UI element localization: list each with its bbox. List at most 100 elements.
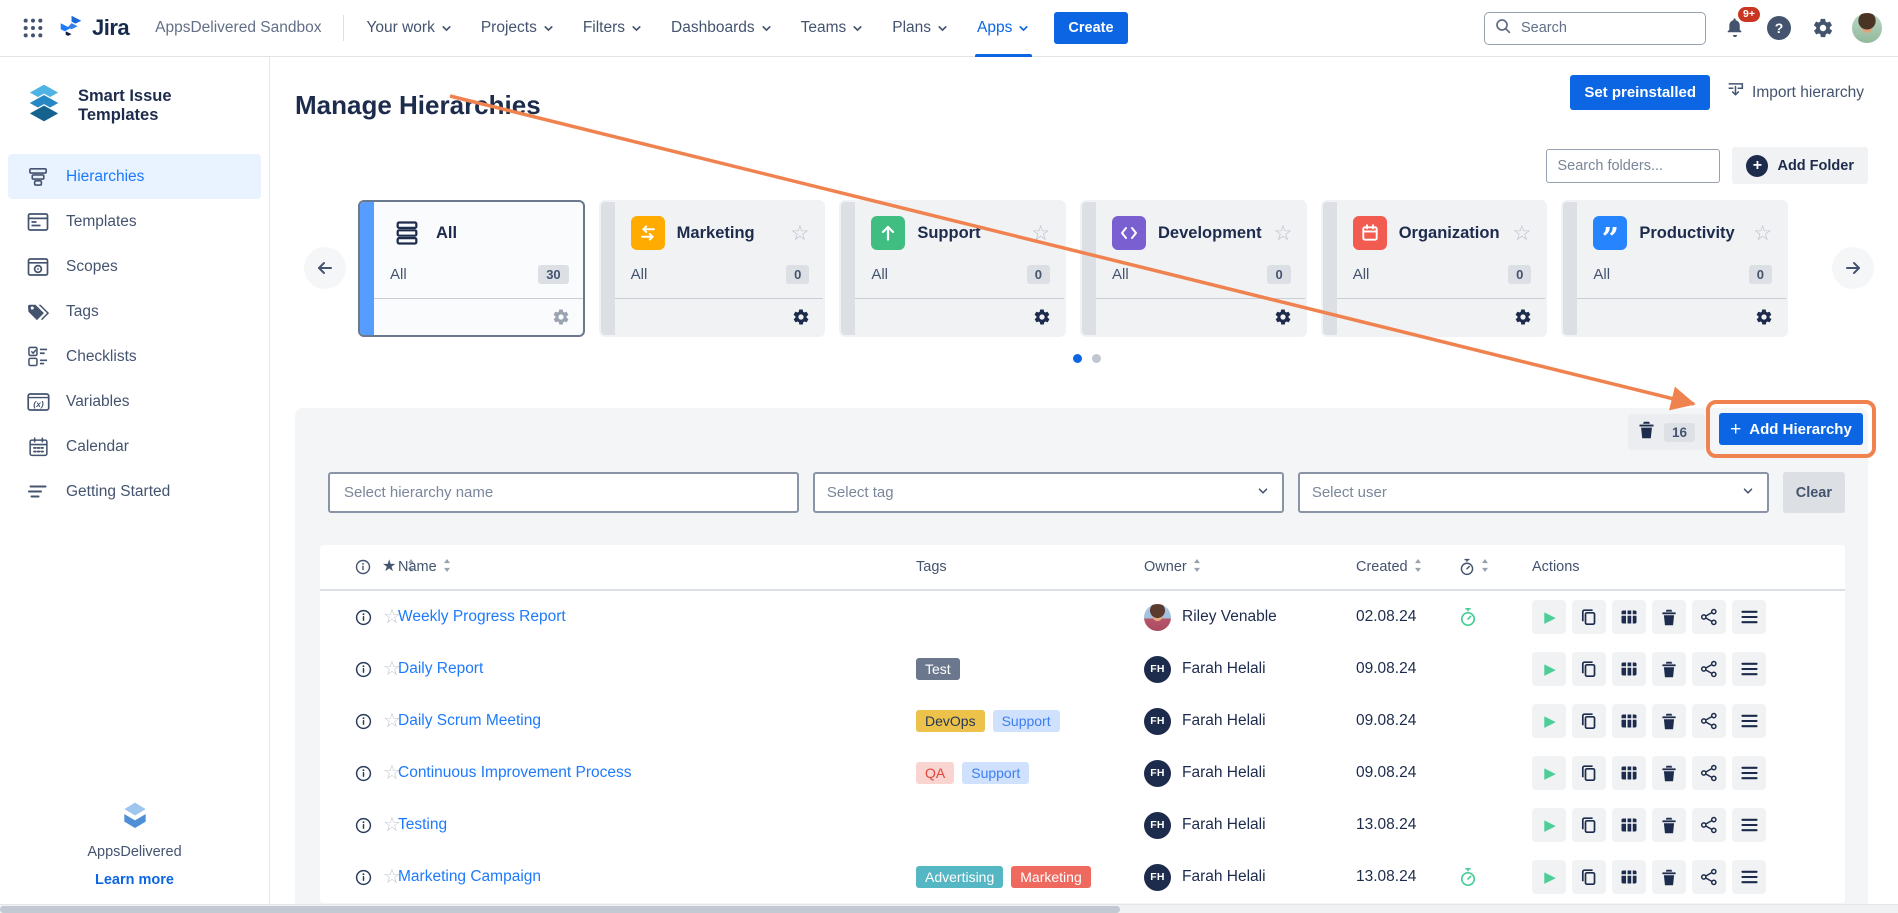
- sidebar-item-variables[interactable]: (x) Variables: [8, 379, 261, 424]
- row-action-menu-button[interactable]: [1732, 808, 1766, 842]
- row-action-table-button[interactable]: [1612, 652, 1646, 686]
- folder-settings-gear-icon[interactable]: [1274, 308, 1292, 326]
- sidebar-item-getting-started[interactable]: Getting Started: [8, 469, 261, 514]
- search-input[interactable]: [1519, 19, 1695, 37]
- created-column-header[interactable]: Created: [1356, 558, 1458, 576]
- row-action-delete-button[interactable]: [1652, 756, 1686, 790]
- owner-column-header[interactable]: Owner: [1144, 558, 1356, 576]
- search-folders-input[interactable]: [1546, 148, 1721, 183]
- folder-settings-gear-icon[interactable]: [1514, 308, 1532, 326]
- add-hierarchy-button[interactable]: + Add Hierarchy: [1719, 413, 1863, 445]
- row-info-icon[interactable]: [355, 661, 372, 678]
- row-action-run-button[interactable]: ▶: [1532, 704, 1566, 738]
- row-action-copy-button[interactable]: [1572, 652, 1606, 686]
- nav-menu-projects[interactable]: Projects: [481, 0, 555, 57]
- row-action-table-button[interactable]: [1612, 600, 1646, 634]
- row-action-menu-button[interactable]: [1732, 860, 1766, 894]
- name-column-header[interactable]: Name: [398, 558, 916, 576]
- user-avatar[interactable]: [1852, 13, 1882, 43]
- row-action-run-button[interactable]: ▶: [1532, 860, 1566, 894]
- folder-card-all[interactable]: All All 30: [358, 200, 585, 337]
- sidebar-item-hierarchies[interactable]: Hierarchies: [8, 154, 261, 199]
- create-button[interactable]: Create: [1054, 12, 1128, 44]
- hierarchy-name-input[interactable]: [342, 483, 785, 502]
- row-action-menu-button[interactable]: [1732, 704, 1766, 738]
- row-info-icon[interactable]: [355, 765, 372, 782]
- nav-menu-teams[interactable]: Teams: [801, 0, 865, 57]
- row-action-run-button[interactable]: ▶: [1532, 600, 1566, 634]
- row-action-menu-button[interactable]: [1732, 600, 1766, 634]
- learn-more-link[interactable]: Learn more: [95, 872, 174, 888]
- carousel-dot-1[interactable]: [1073, 354, 1082, 363]
- row-action-share-button[interactable]: [1692, 652, 1726, 686]
- folder-star-icon[interactable]: ☆: [1274, 223, 1293, 244]
- folder-card-productivity[interactable]: ” Productivity ☆ All 0: [1561, 200, 1789, 337]
- app-switcher-icon[interactable]: [16, 11, 50, 45]
- bulk-delete-button[interactable]: 16: [1628, 414, 1706, 450]
- notifications-bell-icon[interactable]: 9+: [1720, 7, 1760, 43]
- row-action-menu-button[interactable]: [1732, 652, 1766, 686]
- row-action-share-button[interactable]: [1692, 860, 1726, 894]
- settings-gear-icon[interactable]: [1808, 13, 1838, 43]
- row-action-copy-button[interactable]: [1572, 704, 1606, 738]
- info-column-header-icon[interactable]: [355, 559, 371, 575]
- row-action-run-button[interactable]: ▶: [1532, 652, 1566, 686]
- folder-card-organization[interactable]: Organization ☆ All 0: [1320, 200, 1548, 337]
- row-action-table-button[interactable]: [1612, 808, 1646, 842]
- folder-card-development[interactable]: Development ☆ All 0: [1080, 200, 1307, 337]
- row-action-copy-button[interactable]: [1572, 808, 1606, 842]
- row-action-run-button[interactable]: ▶: [1532, 808, 1566, 842]
- hierarchy-name-link[interactable]: Daily Report: [398, 660, 483, 678]
- row-action-copy-button[interactable]: [1572, 756, 1606, 790]
- nav-menu-your-work[interactable]: Your work: [366, 0, 452, 57]
- folder-star-icon[interactable]: ☆: [1031, 223, 1050, 244]
- row-action-delete-button[interactable]: [1652, 600, 1686, 634]
- row-action-delete-button[interactable]: [1652, 808, 1686, 842]
- folder-settings-gear-icon[interactable]: [792, 308, 810, 326]
- row-info-icon[interactable]: [355, 817, 372, 834]
- folder-star-icon[interactable]: ☆: [1753, 223, 1772, 244]
- row-action-share-button[interactable]: [1692, 808, 1726, 842]
- folder-settings-gear-icon[interactable]: [1755, 308, 1773, 326]
- row-action-copy-button[interactable]: [1572, 600, 1606, 634]
- row-action-menu-button[interactable]: [1732, 756, 1766, 790]
- set-preinstalled-button[interactable]: Set preinstalled: [1570, 75, 1711, 110]
- row-action-run-button[interactable]: ▶: [1532, 756, 1566, 790]
- hierarchy-name-link[interactable]: Marketing Campaign: [398, 868, 541, 886]
- sidebar-item-checklists[interactable]: Checklists: [8, 334, 261, 379]
- hierarchy-name-filter[interactable]: [328, 472, 799, 513]
- clear-filters-button[interactable]: Clear: [1782, 472, 1845, 513]
- sidebar-item-calendar[interactable]: Calendar: [8, 424, 261, 469]
- row-action-delete-button[interactable]: [1652, 704, 1686, 738]
- row-action-share-button[interactable]: [1692, 704, 1726, 738]
- row-action-table-button[interactable]: [1612, 704, 1646, 738]
- horizontal-scrollbar-thumb[interactable]: [0, 906, 1120, 913]
- row-action-share-button[interactable]: [1692, 756, 1726, 790]
- hierarchy-name-link[interactable]: Testing: [398, 816, 447, 834]
- row-action-copy-button[interactable]: [1572, 860, 1606, 894]
- nav-menu-dashboards[interactable]: Dashboards: [671, 0, 773, 57]
- user-filter-select[interactable]: Select user: [1297, 472, 1769, 513]
- folder-card-marketing[interactable]: Marketing ☆ All 0: [598, 200, 826, 337]
- global-search[interactable]: [1484, 11, 1706, 45]
- timer-column-header[interactable]: [1458, 558, 1532, 576]
- favorite-column-header-icon[interactable]: ★: [382, 559, 396, 575]
- folder-star-icon[interactable]: ☆: [791, 223, 810, 244]
- row-info-icon[interactable]: [355, 713, 372, 730]
- folder-settings-gear-icon[interactable]: [552, 308, 570, 326]
- tag-filter-select[interactable]: Select tag: [812, 472, 1284, 513]
- folder-settings-gear-icon[interactable]: [1033, 308, 1051, 326]
- row-info-icon[interactable]: [355, 869, 372, 886]
- folder-card-support[interactable]: Support ☆ All 0: [839, 200, 1067, 337]
- hierarchy-name-link[interactable]: Continuous Improvement Process: [398, 764, 631, 782]
- row-action-delete-button[interactable]: [1652, 860, 1686, 894]
- hierarchy-name-link[interactable]: Weekly Progress Report: [398, 608, 566, 626]
- row-action-delete-button[interactable]: [1652, 652, 1686, 686]
- hierarchy-name-link[interactable]: Daily Scrum Meeting: [398, 712, 541, 730]
- sidebar-item-scopes[interactable]: Scopes: [8, 244, 261, 289]
- nav-menu-plans[interactable]: Plans: [892, 0, 949, 57]
- add-folder-button[interactable]: + Add Folder: [1732, 147, 1868, 184]
- import-hierarchy-button[interactable]: Import hierarchy: [1726, 81, 1864, 105]
- sidebar-item-templates[interactable]: Templates: [8, 199, 261, 244]
- jira-logo[interactable]: Jira: [58, 13, 130, 44]
